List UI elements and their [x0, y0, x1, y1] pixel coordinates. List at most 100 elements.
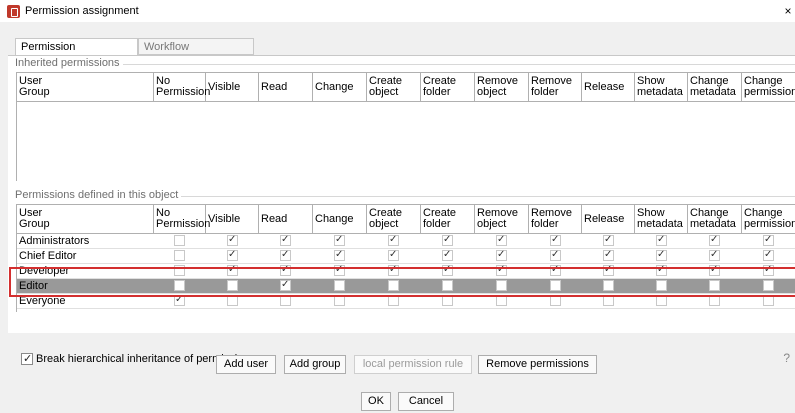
column-header[interactable]: Remove object: [475, 205, 529, 233]
permission-checkbox[interactable]: [334, 249, 345, 261]
permission-checkbox[interactable]: [334, 264, 345, 276]
table-row[interactable]: Developer: [17, 264, 795, 279]
column-header[interactable]: User Group: [17, 205, 154, 233]
permission-checkbox[interactable]: [496, 249, 507, 261]
permission-checkbox[interactable]: [709, 295, 720, 306]
permission-checkbox[interactable]: [550, 295, 561, 306]
local-permission-rule-button[interactable]: local permission rule: [354, 355, 472, 374]
permission-checkbox[interactable]: [603, 249, 614, 261]
permission-checkbox[interactable]: [227, 249, 238, 261]
column-header[interactable]: Show metadata: [635, 205, 688, 233]
permission-checkbox[interactable]: [603, 280, 614, 291]
permission-checkbox[interactable]: [334, 295, 345, 306]
column-header[interactable]: Create folder: [421, 73, 475, 101]
permission-checkbox[interactable]: [388, 249, 399, 261]
column-header[interactable]: User Group: [17, 73, 154, 101]
permission-checkbox[interactable]: [388, 264, 399, 276]
permission-checkbox[interactable]: [388, 234, 399, 246]
permission-checkbox[interactable]: [709, 264, 720, 276]
tab-permission-assignment[interactable]: Permission assignment: [15, 38, 138, 70]
permission-checkbox[interactable]: [280, 264, 291, 276]
permission-checkbox[interactable]: [656, 249, 667, 261]
permission-checkbox[interactable]: [174, 250, 185, 261]
table-row[interactable]: Chief Editor: [17, 249, 795, 264]
table-row[interactable]: Editor: [17, 279, 795, 294]
permission-checkbox[interactable]: [442, 249, 453, 261]
column-header[interactable]: Create object: [367, 205, 421, 233]
column-header[interactable]: Change: [313, 73, 367, 101]
permission-checkbox[interactable]: [388, 295, 399, 306]
permission-checkbox[interactable]: [334, 280, 345, 291]
column-header[interactable]: Show metadata: [635, 73, 688, 101]
column-header[interactable]: No Permission: [154, 73, 210, 101]
break-inheritance-checkbox[interactable]: [21, 352, 33, 365]
permission-checkbox[interactable]: [656, 295, 667, 306]
permission-checkbox[interactable]: [174, 265, 185, 276]
permission-checkbox[interactable]: [227, 280, 238, 291]
column-header[interactable]: Change permission: [742, 205, 795, 233]
permission-checkbox[interactable]: [550, 249, 561, 261]
permission-checkbox[interactable]: [709, 280, 720, 291]
column-header[interactable]: Create object: [367, 73, 421, 101]
permission-checkbox[interactable]: [763, 249, 774, 261]
permission-checkbox[interactable]: [763, 234, 774, 246]
ok-button[interactable]: OK: [361, 392, 391, 411]
permission-checkbox[interactable]: [174, 235, 185, 246]
column-header[interactable]: Read: [259, 73, 313, 101]
permission-checkbox[interactable]: [709, 249, 720, 261]
column-header[interactable]: Change permission: [742, 73, 795, 101]
permission-checkbox[interactable]: [763, 295, 774, 306]
permission-checkbox[interactable]: [442, 295, 453, 306]
permission-checkbox[interactable]: [550, 234, 561, 246]
permission-checkbox[interactable]: [174, 280, 185, 291]
column-header[interactable]: Create folder: [421, 205, 475, 233]
column-header[interactable]: Visible: [206, 73, 259, 101]
permission-checkbox[interactable]: [550, 264, 561, 276]
close-icon[interactable]: ×: [781, 3, 795, 19]
permission-checkbox[interactable]: [442, 280, 453, 291]
column-header[interactable]: Release: [582, 205, 635, 233]
permission-checkbox[interactable]: [442, 234, 453, 246]
permission-checkbox[interactable]: [496, 264, 507, 276]
cancel-button[interactable]: Cancel: [398, 392, 454, 411]
tab-workflow-permissions[interactable]: Workflow permissions: [138, 38, 254, 70]
permission-checkbox[interactable]: [763, 280, 774, 291]
permission-checkbox[interactable]: [442, 264, 453, 276]
permission-checkbox[interactable]: [496, 234, 507, 246]
column-header[interactable]: Release: [582, 73, 635, 101]
permission-checkbox[interactable]: [656, 264, 667, 276]
permission-checkbox[interactable]: [496, 295, 507, 306]
permission-checkbox[interactable]: [603, 295, 614, 306]
remove-permissions-button[interactable]: Remove permissions: [478, 355, 597, 374]
permission-checkbox[interactable]: [227, 234, 238, 246]
add-group-button[interactable]: Add group: [284, 355, 346, 374]
column-header[interactable]: Remove folder: [529, 205, 582, 233]
permission-checkbox[interactable]: [763, 264, 774, 276]
table-row[interactable]: Administrators: [17, 234, 795, 249]
permission-checkbox[interactable]: [227, 295, 238, 306]
permission-checkbox[interactable]: [388, 280, 399, 291]
column-header[interactable]: Change metadata: [688, 205, 742, 233]
permission-checkbox[interactable]: [656, 234, 667, 246]
permission-checkbox[interactable]: [227, 264, 238, 276]
column-header[interactable]: Remove folder: [529, 73, 582, 101]
permission-checkbox[interactable]: [550, 280, 561, 291]
permission-checkbox[interactable]: [603, 234, 614, 246]
column-header[interactable]: No Permission: [154, 205, 210, 233]
permission-checkbox[interactable]: [709, 234, 720, 246]
column-header[interactable]: Remove object: [475, 73, 529, 101]
permission-checkbox[interactable]: [280, 279, 291, 291]
add-user-button[interactable]: Add user: [216, 355, 276, 374]
column-header[interactable]: Visible: [206, 205, 259, 233]
permission-checkbox[interactable]: [174, 294, 185, 306]
permission-checkbox[interactable]: [280, 234, 291, 246]
column-header[interactable]: Change: [313, 205, 367, 233]
permission-checkbox[interactable]: [334, 234, 345, 246]
permission-checkbox[interactable]: [280, 295, 291, 306]
permission-checkbox[interactable]: [656, 280, 667, 291]
column-header[interactable]: Read: [259, 205, 313, 233]
help-icon[interactable]: ?: [783, 351, 790, 365]
column-header[interactable]: Change metadata: [688, 73, 742, 101]
permission-checkbox[interactable]: [603, 264, 614, 276]
permission-checkbox[interactable]: [280, 249, 291, 261]
